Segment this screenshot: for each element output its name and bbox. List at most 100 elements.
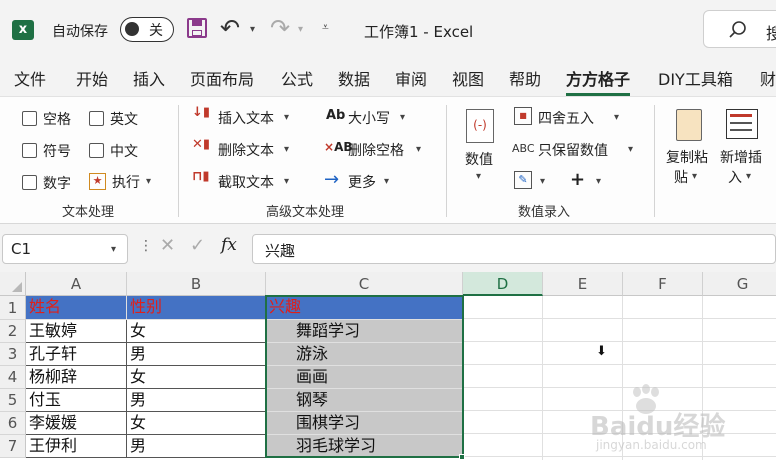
search-box[interactable]: 搜 [703,10,776,48]
plus-button[interactable]: + ▾ [568,169,608,193]
delete-text-button[interactable]: ✕▮ 删除文本 ▾ [192,137,300,161]
cell-gender[interactable]: 男 [127,435,266,458]
row-header-3[interactable]: 3 [0,343,26,366]
value-button[interactable]: (-) 数值 ▾ [460,107,502,187]
tab-fangfanggezi[interactable]: 方方格子 [566,66,631,96]
fill-handle[interactable] [459,454,465,460]
column-header-c[interactable]: C [266,272,463,296]
cell-gender[interactable]: 男 [127,389,266,412]
cell-gender[interactable]: 女 [127,412,266,435]
more-button[interactable]: → 更多 ▾ [324,169,404,193]
group-divider [446,105,447,217]
undo-dropdown-icon[interactable]: ▾ [250,24,255,35]
row-header-6[interactable]: 6 [0,412,26,435]
cell-gender[interactable]: 女 [127,320,266,343]
edit-format-icon: ✎ [514,171,532,189]
case-button[interactable]: Ab 大小写 ▾ [324,105,424,129]
row-header-4[interactable]: 4 [0,366,26,389]
checkbox-chinese[interactable] [89,143,104,158]
delete-space-label: 删除空格 [348,143,404,159]
row-header-1[interactable]: 1 [0,296,26,320]
copy-paste-button[interactable]: 复制粘 贴 ▾ [664,107,716,191]
extract-text-dropdown-icon: ▾ [284,176,290,187]
case-icon: Ab [326,108,346,123]
tab-home[interactable]: 开始 [76,66,108,90]
tab-finance-partial[interactable]: 财 [760,66,776,90]
tab-insert[interactable]: 插入 [133,66,165,90]
cell-name[interactable]: 李媛媛 [26,412,127,435]
insert-function-icon[interactable]: fx [221,235,237,255]
delete-space-button[interactable]: ×AB 删除空格 ▾ [324,137,428,161]
column-header-g[interactable]: G [703,272,776,296]
checkbox-english[interactable] [89,111,104,126]
tab-review[interactable]: 审阅 [395,66,427,90]
tab-help[interactable]: 帮助 [509,66,541,90]
name-box-value: C1 [11,240,32,258]
cell-name[interactable]: 王敏婷 [26,320,127,343]
column-header-f[interactable]: F [623,272,703,296]
edit-format-dropdown-icon: ▾ [540,176,546,187]
cell-name[interactable]: 王伊利 [26,435,127,458]
tab-view[interactable]: 视图 [452,66,484,90]
cancel-icon[interactable]: ✕ [160,235,175,256]
column-header-a[interactable]: A [26,272,127,296]
cell-name[interactable]: 孔子轩 [26,343,127,366]
autosave-toggle[interactable]: 关 [120,17,174,42]
header-cell-gender[interactable]: 性别 [127,296,266,320]
group-divider [654,105,655,217]
round-label: 四舍五入 [538,111,594,127]
round-icon: ■ [514,107,532,125]
autosave-state: 关 [149,23,163,39]
enter-icon[interactable]: ✓ [190,235,205,256]
row-header-7[interactable]: 7 [0,435,26,458]
round-button[interactable]: ■ 四舍五入 ▾ [512,105,628,129]
redo-icon[interactable]: ↷ [270,14,290,42]
row-header-2[interactable]: 2 [0,320,26,343]
formula-bar-menu-icon[interactable]: ⋮ [139,238,153,254]
row-header-5[interactable]: 5 [0,389,26,412]
execute-label: 执行 [112,175,140,191]
keep-value-label: 只保留数值 [538,143,608,159]
copy-paste-dropdown-icon: ▾ [692,171,698,182]
tab-page-layout[interactable]: 页面布局 [190,66,254,90]
document-title: 工作簿1 - Excel [364,23,474,41]
checkbox-number[interactable] [22,175,37,190]
extract-text-label: 截取文本 [218,175,274,191]
new-insert-button[interactable]: 新增插 入 ▾ [718,107,776,191]
cell-name[interactable]: 付玉 [26,389,127,412]
extract-text-button[interactable]: ⊓▮ 截取文本 ▾ [192,169,300,193]
edit-format-button[interactable]: ✎ ▾ [512,169,552,193]
undo-icon[interactable]: ↶ [220,14,240,42]
cell-name[interactable]: 杨柳辞 [26,366,127,389]
formula-input[interactable]: 兴趣 [252,234,776,264]
checkbox-space[interactable] [22,111,37,126]
column-header-d[interactable]: D [463,272,543,296]
header-cell-name[interactable]: 姓名 [26,296,127,320]
tab-file[interactable]: 文件 [14,66,46,90]
clipboard-icon [676,109,702,141]
tab-formulas[interactable]: 公式 [281,66,313,90]
keep-value-button[interactable]: ABC 只保留数值 ▾ [512,137,640,161]
value-icon: (-) [466,109,494,143]
tab-data[interactable]: 数据 [338,66,370,90]
cell-gender[interactable]: 男 [127,343,266,366]
column-header-e[interactable]: E [543,272,623,296]
select-all-corner[interactable] [0,272,26,296]
checkbox-symbol[interactable] [22,143,37,158]
save-icon[interactable] [187,18,207,38]
checkbox-symbol-label: 符号 [43,144,71,160]
cell-gender[interactable]: 女 [127,366,266,389]
name-box[interactable]: C1 ▾ [2,234,128,264]
insert-text-button[interactable]: ↓▮ 插入文本 ▾ [192,105,300,129]
tab-diy-toolbox[interactable]: DIY工具箱 [658,66,733,90]
copy-paste-label-line2: 贴 [674,170,688,186]
redo-dropdown-icon[interactable]: ▾ [298,24,303,35]
more-label: 更多 [348,175,376,191]
customize-quick-access-icon[interactable]: ⩡ [322,20,329,35]
execute-button[interactable]: ★ 执行 ▾ [89,171,159,193]
group-label-text-processing: 文本处理 [62,205,115,220]
excel-logo-icon: x [12,20,34,40]
insert-text-icon: ↓▮ [192,105,211,120]
column-header-b[interactable]: B [127,272,266,296]
round-dropdown-icon: ▾ [614,112,620,123]
